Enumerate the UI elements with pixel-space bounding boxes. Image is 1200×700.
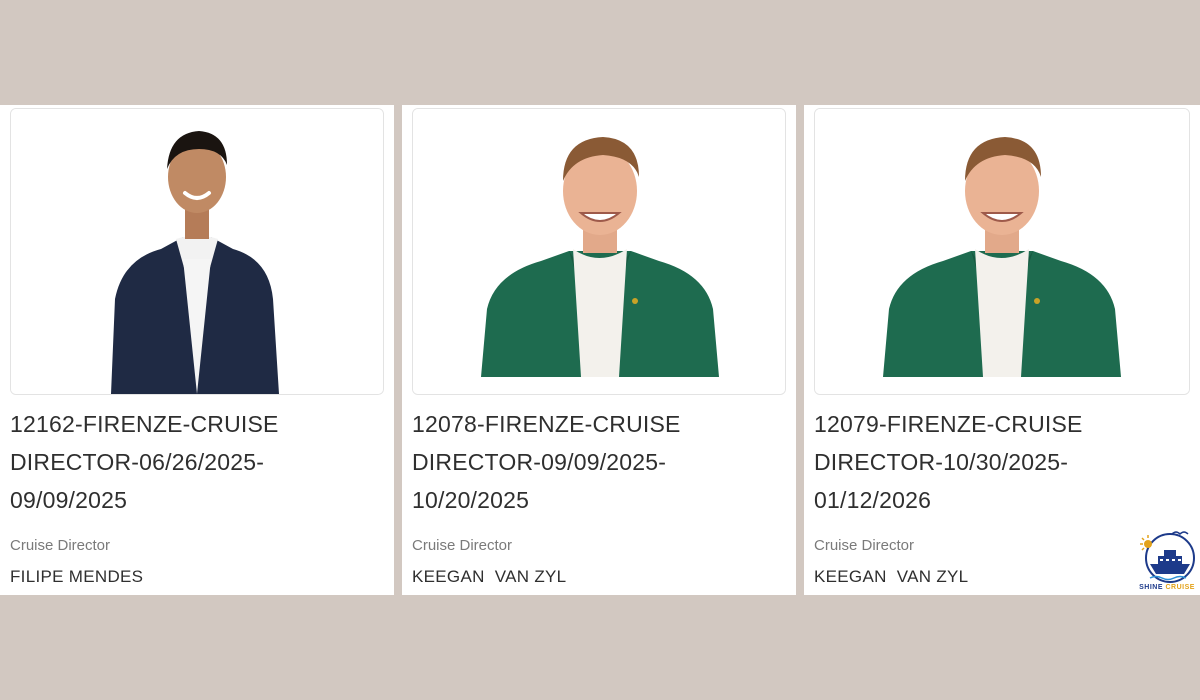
- portrait-man-green-jacket-icon: [413, 109, 785, 394]
- logo-word-cruise: CRUISE: [1165, 584, 1195, 591]
- title-line: DIRECTOR-09/09/2025-: [412, 449, 667, 475]
- title-line: 01/12/2026: [814, 487, 932, 513]
- director-photo[interactable]: [412, 108, 786, 395]
- listing-title[interactable]: 12078-FIRENZE-CRUISE DIRECTOR-09/09/2025…: [412, 405, 712, 519]
- director-photo[interactable]: [10, 108, 384, 395]
- portrait-man-navy-jacket-icon: [11, 109, 383, 394]
- title-line: 12162-FIRENZE-CRUISE: [10, 411, 279, 437]
- title-line: 12079-FIRENZE-CRUISE: [814, 411, 1083, 437]
- title-line: 10/20/2025: [412, 487, 530, 513]
- logo-wordmark: SHINE CRUISE: [1136, 584, 1198, 591]
- listing-title[interactable]: 12162-FIRENZE-CRUISE DIRECTOR-06/26/2025…: [10, 405, 310, 519]
- listing-title[interactable]: 12079-FIRENZE-CRUISE DIRECTOR-10/30/2025…: [814, 405, 1114, 519]
- director-card[interactable]: 12078-FIRENZE-CRUISE DIRECTOR-09/09/2025…: [402, 105, 796, 595]
- title-line: DIRECTOR-06/26/2025-: [10, 449, 265, 475]
- role-label: Cruise Director: [814, 537, 915, 554]
- director-card[interactable]: 12079-FIRENZE-CRUISE DIRECTOR-10/30/2025…: [804, 105, 1200, 595]
- title-line: 09/09/2025: [10, 487, 128, 513]
- cruise-ship-sun-logo-icon: [1140, 531, 1195, 583]
- role-label: Cruise Director: [412, 537, 513, 554]
- shine-cruise-logo: SHINE CRUISE: [1136, 528, 1198, 594]
- title-line: DIRECTOR-10/30/2025-: [814, 449, 1069, 475]
- director-card[interactable]: 12162-FIRENZE-CRUISE DIRECTOR-06/26/2025…: [0, 105, 394, 595]
- person-name: FILIPE MENDES: [10, 567, 144, 586]
- portrait-man-green-jacket-icon: [815, 109, 1189, 394]
- logo-word-shine: SHINE: [1139, 584, 1163, 591]
- director-cards-strip: 12162-FIRENZE-CRUISE DIRECTOR-06/26/2025…: [0, 105, 1200, 595]
- role-label: Cruise Director: [10, 537, 111, 554]
- title-line: 12078-FIRENZE-CRUISE: [412, 411, 681, 437]
- person-name: KEEGAN VAN ZYL: [814, 567, 969, 586]
- person-name: KEEGAN VAN ZYL: [412, 567, 567, 586]
- director-photo[interactable]: [814, 108, 1190, 395]
